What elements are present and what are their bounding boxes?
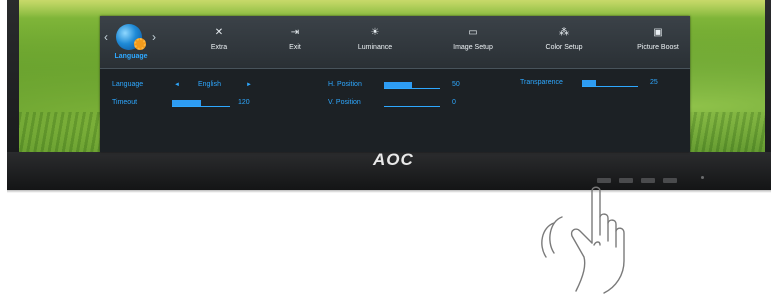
- pointing-hand-icon: [541, 186, 625, 294]
- image-setup-icon: ▭: [468, 27, 478, 38]
- language-label: Language: [112, 81, 144, 88]
- timeout-slider[interactable]: [172, 100, 230, 107]
- color-setup-icon: ⁂: [559, 27, 569, 38]
- v-position-value: 0: [452, 99, 456, 106]
- active-section-label: Language: [114, 53, 148, 60]
- language-left-arrow-icon[interactable]: ◄: [174, 82, 180, 88]
- transparence-slider[interactable]: [582, 80, 638, 87]
- tab-color-setup[interactable]: ⁂ Color Setup: [538, 16, 590, 68]
- timeout-value: 120: [238, 99, 250, 106]
- brand-logo: AOC: [373, 150, 414, 169]
- hardware-button-4[interactable]: [663, 178, 677, 183]
- power-led-icon: [701, 176, 704, 179]
- h-position-slider[interactable]: [384, 82, 440, 89]
- osd-settings-panel: Language ◄ English ► Timeout 120 H. Posi…: [100, 69, 690, 152]
- language-value[interactable]: English: [198, 81, 221, 88]
- h-position-value: 50: [452, 81, 460, 88]
- picture-boost-icon: ▣: [653, 27, 663, 38]
- luminance-icon: ☀: [370, 27, 380, 38]
- transparence-value: 25: [650, 79, 658, 86]
- tab-picture-boost[interactable]: ▣ Picture Boost: [628, 16, 688, 68]
- tab-luminance[interactable]: ☀ Luminance: [350, 16, 400, 68]
- tab-exit[interactable]: ⇥ Exit: [275, 16, 315, 68]
- monitor-scene: AOC ‹ › Language ✕ Extra ⇥ Exit ☀ Lumina…: [0, 0, 771, 296]
- exit-icon: ⇥: [290, 27, 300, 38]
- osd-tab-bar: ‹ › Language ✕ Extra ⇥ Exit ☀ Luminance …: [100, 16, 690, 69]
- transparence-label: Transparence: [520, 79, 563, 86]
- gear-icon: [134, 38, 146, 50]
- extra-icon: ✕: [214, 27, 224, 38]
- language-right-arrow-icon[interactable]: ►: [246, 82, 252, 88]
- v-position-label: V. Position: [328, 99, 361, 106]
- h-position-label: H. Position: [328, 81, 362, 88]
- timeout-slider-fill: [172, 100, 201, 106]
- h-position-slider-fill: [384, 82, 412, 88]
- timeout-label: Timeout: [112, 99, 138, 106]
- nav-left-icon[interactable]: ‹: [104, 30, 108, 44]
- nav-right-icon[interactable]: ›: [152, 30, 156, 44]
- osd-menu: ‹ › Language ✕ Extra ⇥ Exit ☀ Luminance …: [100, 16, 690, 152]
- tab-image-setup[interactable]: ▭ Image Setup: [445, 16, 501, 68]
- monitor-shadow: [7, 190, 771, 193]
- v-position-slider[interactable]: [384, 100, 440, 107]
- tab-extra[interactable]: ✕ Extra: [195, 16, 243, 68]
- transparence-slider-fill: [582, 80, 596, 86]
